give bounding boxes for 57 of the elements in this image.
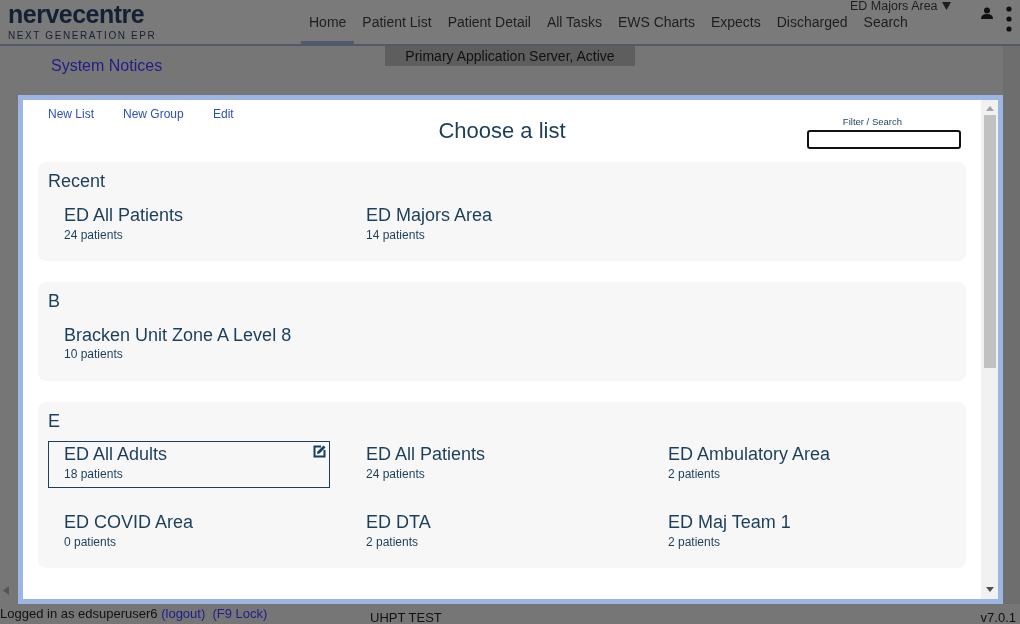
toolbar-link[interactable]: Edit	[213, 105, 234, 123]
nav-tab[interactable]: Patient List	[354, 11, 440, 44]
list-item[interactable]: ED COVID Area 0 patients	[48, 509, 330, 557]
list-item[interactable]: Bracken Unit Zone A Level 8 10 patients	[48, 321, 330, 369]
list-name: ED All Adults	[64, 445, 168, 466]
patient-count: 24 patients	[366, 466, 425, 484]
list-name: ED Ambulatory Area	[668, 445, 831, 466]
list-item[interactable]: ED Majors Area 14 patients	[350, 201, 632, 249]
list-name: ED All Patients	[64, 205, 184, 226]
group-heading: Recent	[48, 172, 107, 192]
filter-search-field[interactable]	[807, 130, 961, 149]
group-heading: B	[48, 291, 61, 312]
patient-count: 0 patients	[64, 534, 117, 552]
server-status: Primary Application Server, Active	[385, 46, 635, 66]
logo-tagline: NEXT GENERATION EPR	[8, 31, 157, 41]
list-name: ED Maj Team 1	[668, 513, 791, 534]
nav-tab[interactable]: All Tasks	[538, 11, 610, 44]
version-label: v7.0.1	[980, 609, 1016, 624]
toolbar-link[interactable]: New Group	[123, 105, 184, 123]
list-item[interactable]: ED All Patients 24 patients	[48, 201, 330, 249]
patient-count: 14 patients	[366, 226, 425, 244]
caret-icon	[941, 2, 951, 10]
user-icon[interactable]	[981, 7, 993, 19]
more-menu-icon[interactable]	[1006, 6, 1012, 32]
nav-tab[interactable]: Patient Detail	[439, 11, 539, 44]
login-status: Logged in as edsuperuser6	[0, 606, 158, 621]
list-name: ED All Patients	[366, 445, 486, 466]
ward-selector[interactable]: ED Majors Area	[850, 0, 951, 12]
patient-count: 18 patients	[64, 466, 123, 484]
list-name: ED DTA	[366, 513, 431, 534]
filter-label: Filter / Search	[842, 115, 902, 129]
list-item[interactable]: ED Ambulatory Area 2 patients	[652, 441, 934, 489]
list-name: ED Majors Area	[366, 205, 493, 226]
patient-count: 2 patients	[668, 466, 721, 484]
nav-tab[interactable]: EWS Charts	[609, 11, 703, 44]
logo-name: nervecentre	[8, 2, 145, 27]
scroll-down-icon[interactable]	[985, 587, 994, 593]
dialog-title: Choose a list	[438, 118, 566, 145]
list-item[interactable]: ED Maj Team 1 2 patients	[652, 509, 934, 557]
list-item[interactable]: ED DTA 2 patients	[350, 509, 632, 557]
environment-name: UHPT TEST	[370, 609, 442, 624]
page-scrollbar[interactable]	[1003, 46, 1020, 604]
list-item[interactable]: ED All Adults 18 patients	[48, 441, 330, 489]
patient-count: 2 patients	[366, 534, 419, 552]
scrollbar[interactable]	[981, 100, 998, 599]
nav-tab[interactable]: Discharged	[768, 11, 856, 44]
patient-count: 2 patients	[668, 534, 721, 552]
list-name: Bracken Unit Zone A Level 8	[64, 325, 292, 346]
list-item[interactable]: ED All Patients 24 patients	[350, 441, 632, 489]
nav-tab[interactable]: Home	[301, 11, 355, 44]
group-heading: E	[48, 411, 61, 432]
patient-count: 10 patients	[64, 346, 123, 364]
list-name: ED COVID Area	[64, 513, 194, 534]
nav-tab[interactable]: Expects	[702, 11, 769, 44]
toolbar-link[interactable]: New List	[48, 105, 94, 123]
patient-count: 24 patients	[64, 226, 123, 244]
edit-icon[interactable]	[313, 445, 326, 459]
